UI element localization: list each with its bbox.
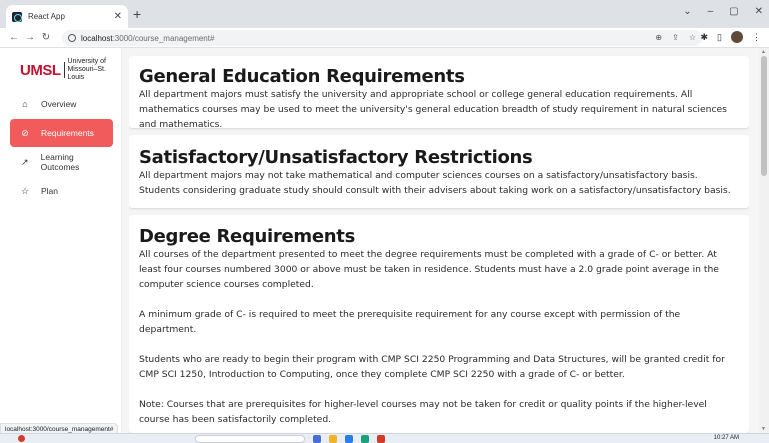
- umsl-logo[interactable]: UMSL University of Missouri–St. Louis: [20, 58, 121, 82]
- section-paragraph: A minimum grade of C- is required to mee…: [139, 309, 681, 335]
- scrollbar-thumb[interactable]: [761, 56, 767, 176]
- tab-title: React App: [28, 12, 65, 21]
- browser-tab[interactable]: React App ✕: [6, 5, 128, 28]
- section-paragraph: All courses of the department presented …: [139, 249, 719, 290]
- scroll-up-icon[interactable]: ▲: [761, 49, 766, 55]
- sidebar-item-label: Overview: [41, 99, 77, 109]
- menu-kebab-icon[interactable]: ⋮: [752, 32, 761, 43]
- share-icon[interactable]: ⇪: [672, 33, 679, 42]
- forward-icon[interactable]: →: [22, 32, 38, 43]
- section-title: General Education Requirements: [139, 66, 465, 87]
- star-icon: ☆: [20, 185, 30, 196]
- profile-avatar[interactable]: [731, 31, 743, 43]
- sidebar-item-label: Learning Outcomes: [40, 152, 80, 172]
- install-icon[interactable]: ⊕: [655, 33, 662, 42]
- weather-widget[interactable]: [18, 435, 29, 442]
- browser-tab-strip: React App ✕ + ⌄ – ▢ ✕: [0, 0, 769, 28]
- sidebar-item-overview[interactable]: ⌂ Overview: [10, 90, 113, 118]
- maximize-button[interactable]: ▢: [729, 6, 738, 17]
- url-input[interactable]: localhost:3000/course_management# ⊕ ⇪ ☆: [62, 30, 702, 46]
- taskbar-search-field[interactable]: [195, 435, 305, 443]
- sidebar-item-plan[interactable]: ☆ Plan: [10, 177, 113, 205]
- back-icon[interactable]: ←: [6, 32, 22, 43]
- logo-line-1: University of: [67, 58, 106, 65]
- new-tab-button[interactable]: +: [133, 7, 141, 21]
- store-icon[interactable]: [361, 435, 369, 443]
- degree-requirements-card: Degree Requirements All courses of the d…: [129, 215, 749, 433]
- scroll-down-icon[interactable]: ▼: [761, 426, 766, 432]
- app-icon[interactable]: [313, 435, 321, 443]
- section-paragraph: All department majors may not take mathe…: [139, 170, 731, 196]
- logo-divider: [63, 62, 65, 78]
- react-favicon-icon: [12, 11, 22, 22]
- sidebar: UMSL University of Missouri–St. Louis ⌂ …: [0, 48, 122, 433]
- bookmark-star-icon[interactable]: ☆: [689, 33, 696, 42]
- logo-text: University of Missouri–St. Louis: [67, 58, 121, 82]
- taskbar-apps: [195, 435, 385, 443]
- check-circle-icon: ⊘: [21, 127, 29, 138]
- clock: 10:27 AM: [713, 435, 739, 441]
- reload-icon[interactable]: ↻: [38, 32, 54, 43]
- site-info-icon[interactable]: [68, 34, 76, 42]
- section-paragraph: Students who are ready to begin their pr…: [139, 354, 725, 380]
- sidebar-item-learning-outcomes[interactable]: ↗ Learning Outcomes: [10, 148, 113, 176]
- section-title: Satisfactory/Unsatisfactory Restrictions: [139, 147, 533, 168]
- trending-up-icon: ↗: [21, 156, 29, 167]
- logo-mark: UMSL: [20, 61, 61, 79]
- folder-icon[interactable]: [329, 435, 337, 443]
- window-controls: ⌄ – ▢ ✕: [683, 6, 763, 17]
- extension-toolbar: ✱ ▯ ⋮: [701, 31, 761, 43]
- edge-icon[interactable]: [345, 435, 353, 443]
- close-tab-icon[interactable]: ✕: [114, 11, 122, 22]
- sidebar-item-label: Requirements: [41, 128, 94, 138]
- extensions-puzzle-icon[interactable]: ✱: [701, 32, 709, 43]
- address-bar-row: ← → ↻ localhost:3000/course_management# …: [0, 28, 769, 48]
- section-title: Degree Requirements: [139, 226, 356, 247]
- satisfactory-restrictions-card: Satisfactory/Unsatisfactory Restrictions…: [129, 135, 749, 208]
- page-scrollbar[interactable]: ▲ ▼: [759, 48, 769, 433]
- page-viewport: UMSL University of Missouri–St. Louis ⌂ …: [0, 48, 769, 433]
- close-window-button[interactable]: ✕: [755, 6, 763, 17]
- url-path: :3000/course_management#: [112, 33, 215, 43]
- minimize-button[interactable]: –: [708, 6, 714, 17]
- side-panel-icon[interactable]: ▯: [717, 32, 722, 43]
- sidebar-item-label: Plan: [41, 186, 59, 196]
- weather-icon: [18, 435, 25, 442]
- section-paragraph: All department majors must satisfy the u…: [139, 89, 727, 130]
- os-taskbar: 10:27 AM: [0, 433, 769, 443]
- sidebar-menu: ⌂ Overview ⊘ Requirements ↗ Learning Out…: [10, 90, 113, 206]
- sidebar-item-requirements[interactable]: ⊘ Requirements: [10, 119, 113, 147]
- tab-search-icon[interactable]: ⌄: [683, 6, 691, 17]
- general-education-card: General Education Requirements All depar…: [129, 56, 749, 130]
- chrome-icon[interactable]: [377, 435, 385, 443]
- main-content: General Education Requirements All depar…: [129, 48, 749, 433]
- home-icon: ⌂: [22, 99, 28, 109]
- section-paragraph: Note: Courses that are prerequisites for…: [139, 399, 707, 425]
- url-host: localhost: [81, 33, 113, 43]
- logo-line-2: Missouri–St. Louis: [67, 66, 106, 81]
